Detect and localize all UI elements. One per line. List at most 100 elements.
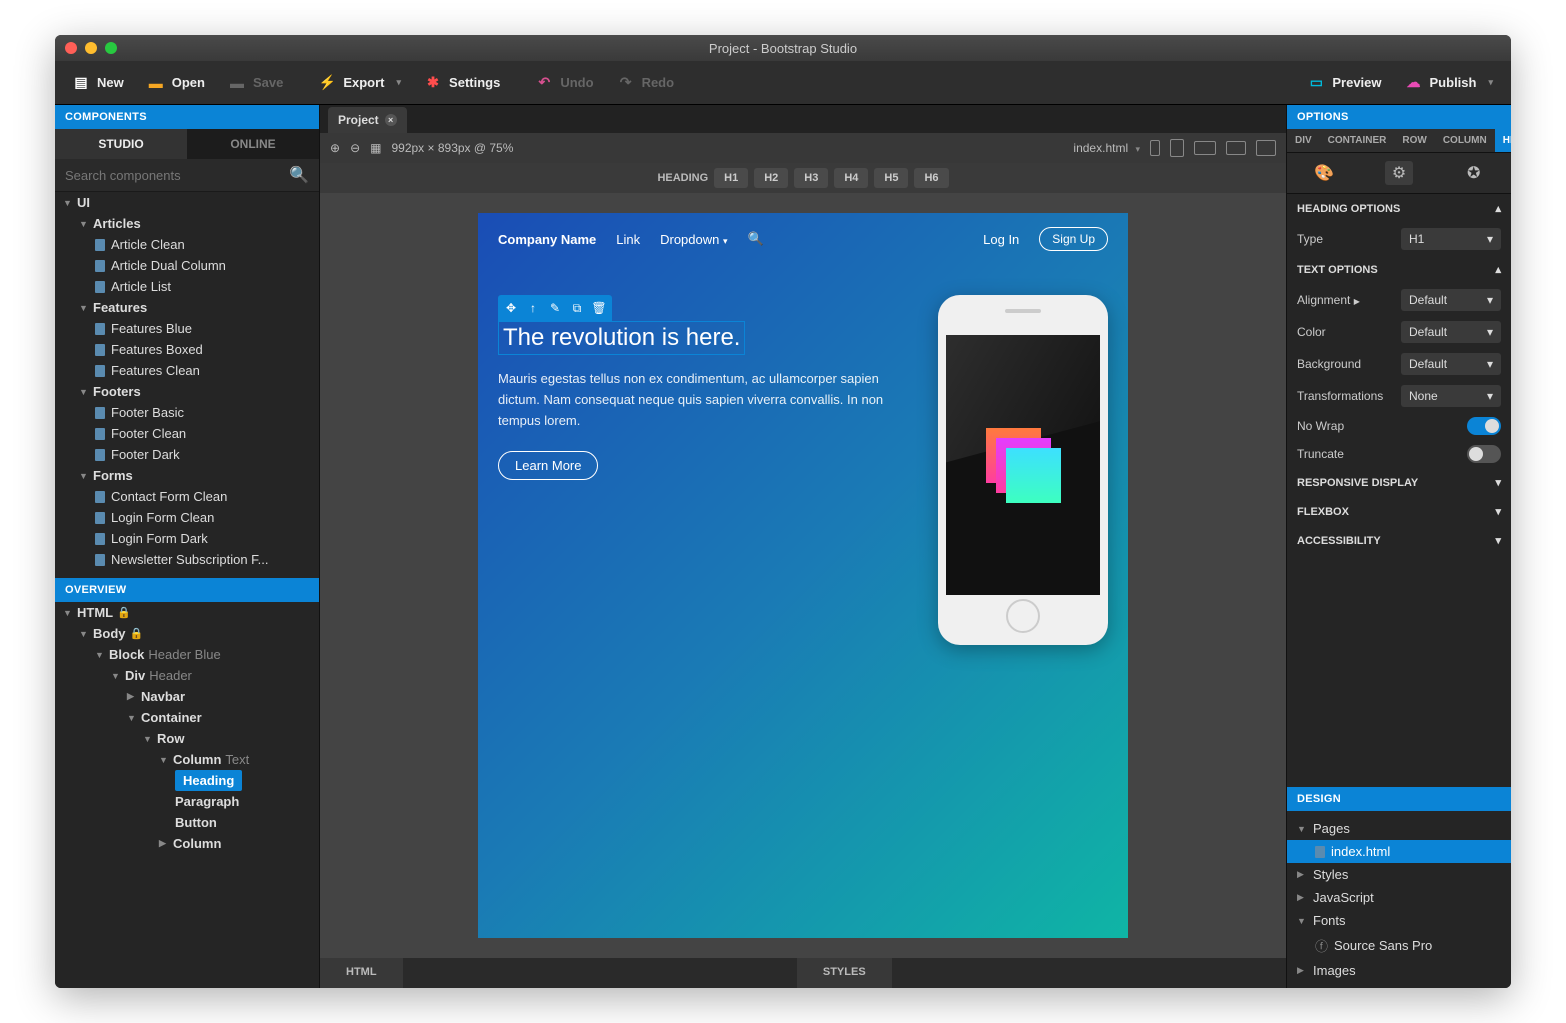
tab-styles[interactable]: STYLES — [797, 958, 892, 988]
ov-container[interactable]: ▼Container — [55, 707, 319, 728]
tab-online[interactable]: ONLINE — [187, 129, 319, 159]
h1-button[interactable]: H1 — [714, 168, 748, 188]
truncate-toggle[interactable] — [1467, 445, 1501, 463]
tree-features-boxed[interactable]: Features Boxed — [55, 339, 319, 360]
nav-link[interactable]: Link — [616, 232, 640, 247]
type-select[interactable]: H1▾ — [1401, 228, 1501, 250]
close-tab-icon[interactable]: × — [385, 114, 397, 126]
tree-contact-form[interactable]: Contact Form Clean — [55, 486, 319, 507]
export-button[interactable]: ⚡Export▾ — [309, 69, 411, 97]
crumb-div[interactable]: DIV — [1287, 129, 1320, 152]
publish-button[interactable]: ☁Publish▾ — [1396, 69, 1503, 97]
ov-row[interactable]: ▼Row — [55, 728, 319, 749]
copy-icon[interactable]: ⧉ — [568, 299, 586, 317]
delete-icon[interactable]: 🗑 — [590, 299, 608, 317]
section-responsive[interactable]: RESPONSIVE DISPLAY▾ — [1287, 468, 1511, 497]
settings-button[interactable]: ✱Settings — [415, 69, 510, 97]
h2-button[interactable]: H2 — [754, 168, 788, 188]
tree-articles[interactable]: ▼Articles — [55, 213, 319, 234]
new-button[interactable]: ▤New — [63, 69, 134, 97]
ov-column[interactable]: ▼ColumnText — [55, 749, 319, 770]
redo-button[interactable]: ↷Redo — [608, 69, 685, 97]
ov-html[interactable]: ▼HTML🔒 — [55, 602, 319, 623]
tree-footers[interactable]: ▼Footers — [55, 381, 319, 402]
tree-login-clean[interactable]: Login Form Clean — [55, 507, 319, 528]
move-icon[interactable]: ✥ — [502, 299, 520, 317]
tree-footer-dark[interactable]: Footer Dark — [55, 444, 319, 465]
star-icon[interactable]: ✪ — [1460, 161, 1488, 185]
tree-features[interactable]: ▼Features — [55, 297, 319, 318]
brand[interactable]: Company Name — [498, 232, 596, 247]
minimize-icon[interactable] — [85, 42, 97, 54]
edit-icon[interactable]: ✎ — [546, 299, 564, 317]
tree-footer-basic[interactable]: Footer Basic — [55, 402, 319, 423]
transformations-select[interactable]: None▾ — [1401, 385, 1501, 407]
ov-div[interactable]: ▼DivHeader — [55, 665, 319, 686]
tree-footer-clean[interactable]: Footer Clean — [55, 423, 319, 444]
crumb-container[interactable]: CONTAINER — [1320, 129, 1395, 152]
tree-forms[interactable]: ▼Forms — [55, 465, 319, 486]
section-heading-options[interactable]: HEADING OPTIONS▴ — [1287, 194, 1511, 223]
ov-navbar[interactable]: ▶Navbar — [55, 686, 319, 707]
ov-body[interactable]: ▼Body🔒 — [55, 623, 319, 644]
hero-body[interactable]: Mauris egestas tellus non ex condimentum… — [498, 369, 908, 431]
signup-button[interactable]: Sign Up — [1039, 227, 1108, 251]
section-text-options[interactable]: TEXT OPTIONS▴ — [1287, 255, 1511, 284]
h6-button[interactable]: H6 — [914, 168, 948, 188]
h3-button[interactable]: H3 — [794, 168, 828, 188]
crumb-heading[interactable]: HEADING — [1495, 129, 1511, 152]
file-tab-project[interactable]: Project× — [328, 107, 407, 133]
design-images[interactable]: ▶Images — [1287, 959, 1511, 982]
tree-newsletter[interactable]: Newsletter Subscription F... — [55, 549, 319, 570]
h5-button[interactable]: H5 — [874, 168, 908, 188]
nav-dropdown[interactable]: Dropdown ▾ — [660, 232, 727, 247]
ov-paragraph[interactable]: Paragraph — [55, 791, 319, 812]
up-icon[interactable]: ↑ — [524, 299, 542, 317]
design-index[interactable]: index.html — [1287, 840, 1511, 863]
tree-features-blue[interactable]: Features Blue — [55, 318, 319, 339]
ov-block[interactable]: ▼BlockHeader Blue — [55, 644, 319, 665]
save-button[interactable]: ▬Save — [219, 69, 293, 97]
tree-login-dark[interactable]: Login Form Dark — [55, 528, 319, 549]
search-icon[interactable]: 🔍 — [289, 165, 309, 185]
ov-heading[interactable]: Heading — [175, 770, 242, 791]
preview-button[interactable]: ▭Preview — [1298, 69, 1391, 97]
zoom-in-icon[interactable]: ⊕ — [330, 141, 340, 155]
device-mobile-icon[interactable] — [1150, 140, 1160, 156]
color-select[interactable]: Default▾ — [1401, 321, 1501, 343]
section-accessibility[interactable]: ACCESSIBILITY▾ — [1287, 526, 1511, 555]
fit-icon[interactable]: ▦ — [370, 141, 381, 155]
undo-button[interactable]: ↶Undo — [526, 69, 603, 97]
tab-html[interactable]: HTML — [320, 958, 403, 988]
design-fonts[interactable]: ▼Fonts — [1287, 909, 1511, 932]
search-input[interactable] — [65, 168, 289, 183]
search-icon[interactable]: 🔍 — [748, 231, 764, 247]
nowrap-toggle[interactable] — [1467, 417, 1501, 435]
device-laptop-icon[interactable] — [1226, 141, 1246, 155]
device-tablet-landscape-icon[interactable] — [1194, 141, 1216, 155]
canvas[interactable]: Company Name Link Dropdown ▾ 🔍 Log In Si… — [320, 193, 1286, 958]
design-styles[interactable]: ▶Styles — [1287, 863, 1511, 886]
maximize-icon[interactable] — [105, 42, 117, 54]
ov-column2[interactable]: ▶Column — [55, 833, 319, 854]
zoom-out-icon[interactable]: ⊖ — [350, 141, 360, 155]
design-javascript[interactable]: ▶JavaScript — [1287, 886, 1511, 909]
palette-icon[interactable]: 🎨 — [1310, 161, 1338, 185]
page-preview[interactable]: Company Name Link Dropdown ▾ 🔍 Log In Si… — [478, 213, 1128, 938]
alignment-select[interactable]: Default▾ — [1401, 289, 1501, 311]
crumb-column[interactable]: COLUMN — [1435, 129, 1495, 152]
section-flexbox[interactable]: FLEXBOX▾ — [1287, 497, 1511, 526]
h4-button[interactable]: H4 — [834, 168, 868, 188]
device-tablet-icon[interactable] — [1170, 139, 1184, 157]
login-link[interactable]: Log In — [983, 232, 1019, 247]
hero-headline[interactable]: The revolution is here. — [498, 321, 745, 355]
tab-studio[interactable]: STUDIO — [55, 129, 187, 159]
ov-button[interactable]: Button — [55, 812, 319, 833]
tree-article-clean[interactable]: Article Clean — [55, 234, 319, 255]
tree-ui[interactable]: ▼UI — [55, 192, 319, 213]
device-desktop-icon[interactable] — [1256, 140, 1276, 156]
background-select[interactable]: Default▾ — [1401, 353, 1501, 375]
tree-features-clean[interactable]: Features Clean — [55, 360, 319, 381]
open-button[interactable]: ▬Open — [138, 69, 215, 97]
gear-icon[interactable]: ⚙ — [1385, 161, 1413, 185]
